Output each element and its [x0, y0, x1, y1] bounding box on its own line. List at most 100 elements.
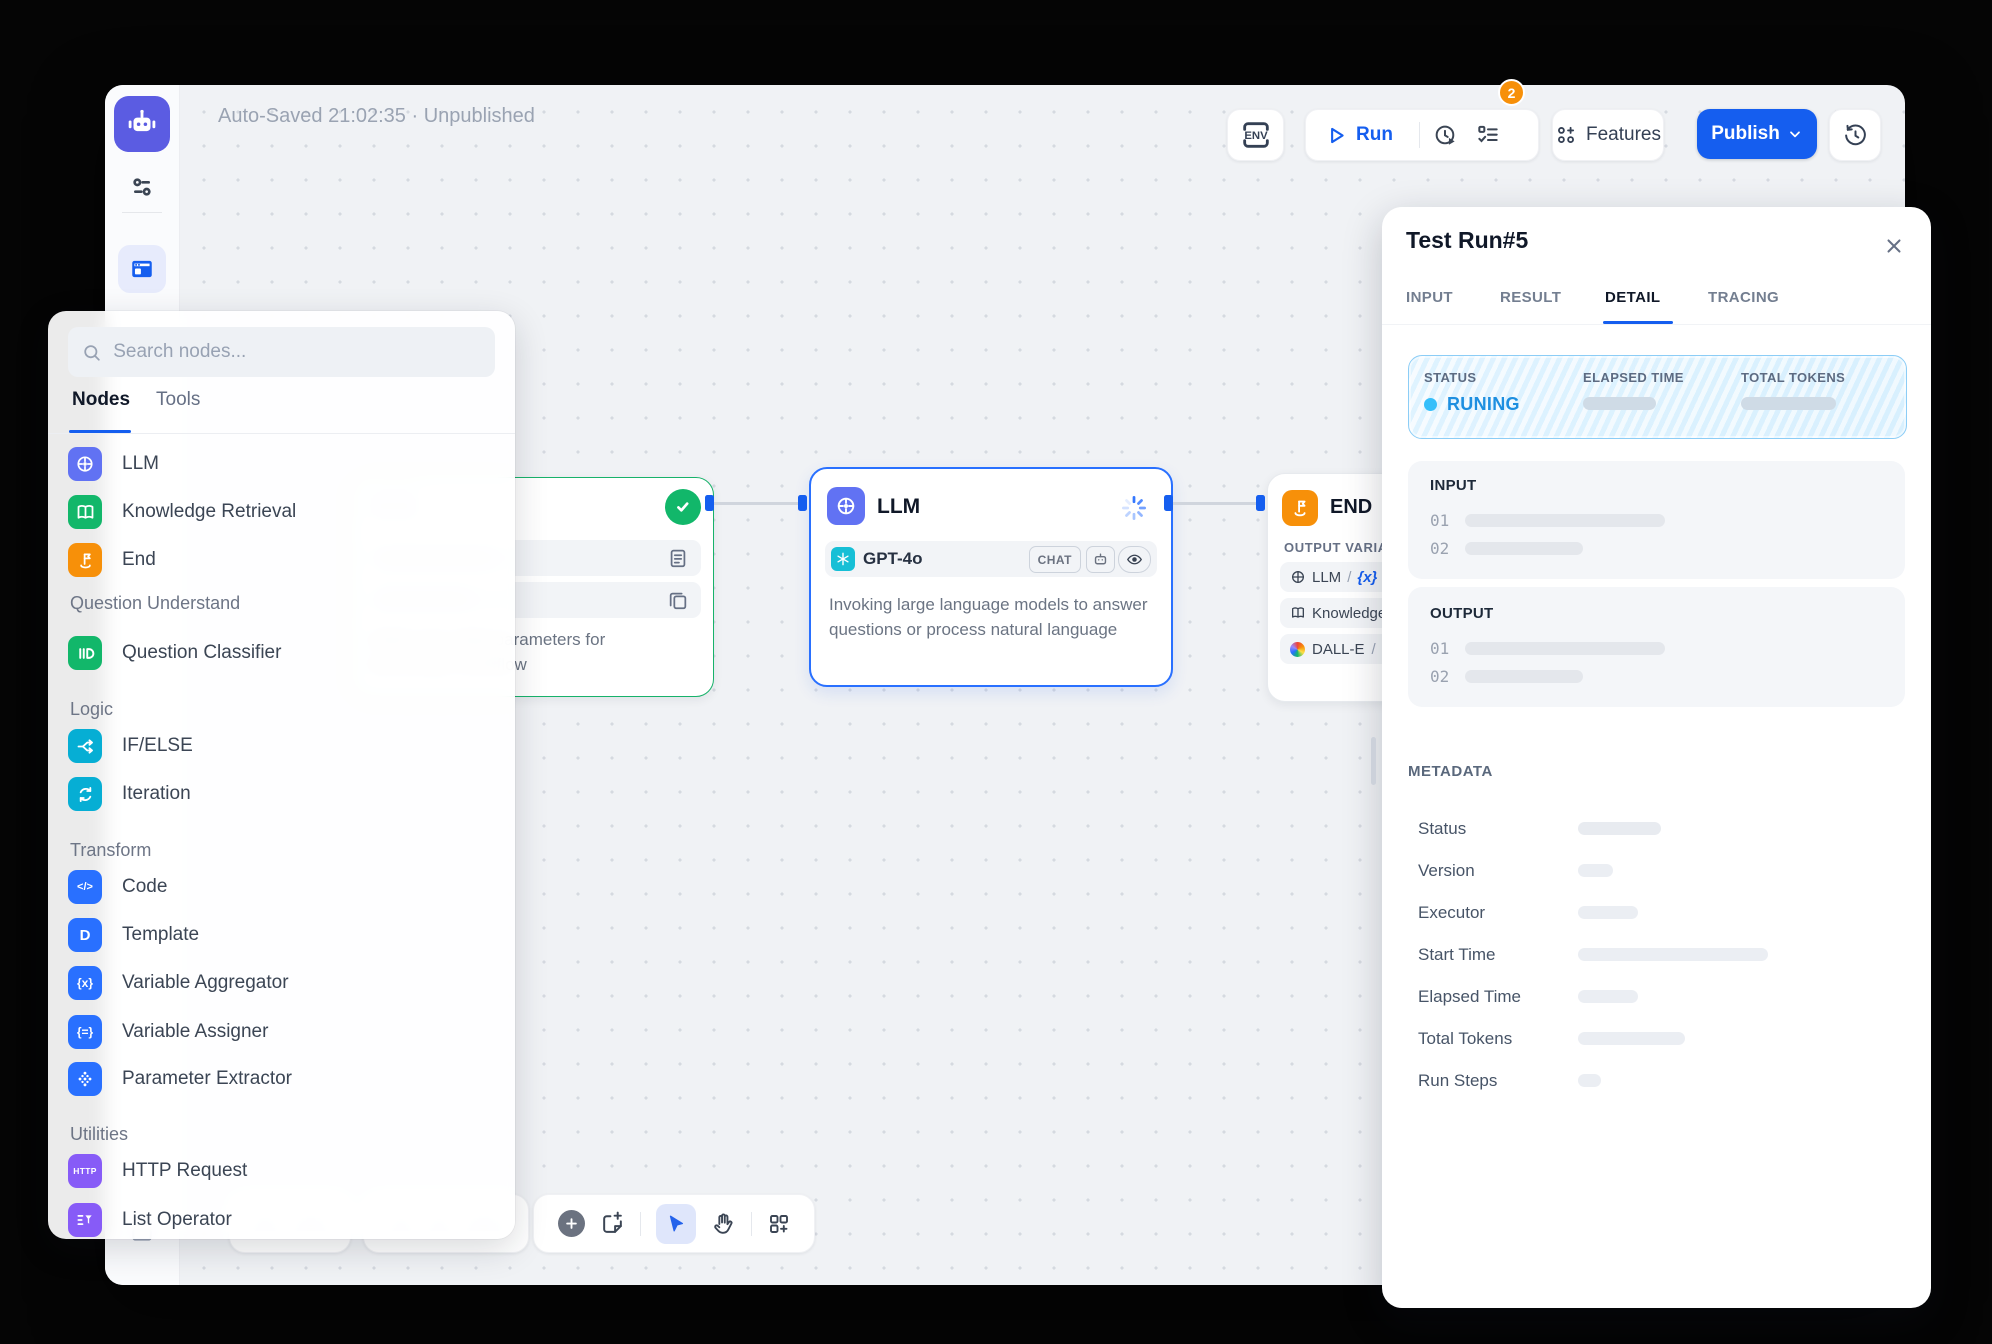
total-tokens-label: TOTAL TOKENS — [1741, 370, 1845, 385]
tab-input[interactable]: INPUT — [1406, 289, 1453, 306]
template-icon: D — [68, 918, 102, 952]
metadata-row-label: Executor — [1418, 903, 1485, 923]
line-number: 02 — [1430, 539, 1449, 558]
end-node-input-handle[interactable] — [1256, 495, 1265, 511]
input-line-skeleton — [1465, 542, 1583, 555]
input-label: INPUT — [1430, 477, 1477, 494]
vision-eye-icon — [1118, 546, 1151, 573]
node-item-code[interactable]: </> Code — [68, 867, 499, 907]
hand-icon — [711, 1211, 736, 1236]
knowledge-mini-icon — [1290, 605, 1306, 621]
tab-nodes[interactable]: Nodes — [72, 389, 130, 411]
orchestrate-tab-button[interactable] — [118, 245, 166, 293]
metadata-value-skeleton — [1578, 1074, 1601, 1087]
pointer-mode-button[interactable] — [656, 1204, 696, 1244]
panel-resize-handle[interactable] — [1371, 737, 1376, 785]
canvas-toolbar — [533, 1194, 815, 1253]
llm-icon — [68, 447, 102, 481]
running-dot — [1424, 398, 1437, 411]
extractor-icon — [68, 1062, 102, 1096]
metadata-value-skeleton — [1578, 906, 1638, 919]
node-item-question-classifier[interactable]: Question Classifier — [68, 633, 499, 673]
features-icon — [1555, 124, 1577, 146]
node-item-http-request[interactable]: HTTP HTTP Request — [68, 1151, 499, 1191]
edge-llm-to-end — [1173, 502, 1263, 505]
ifelse-icon — [68, 729, 102, 763]
section-logic: Logic — [70, 699, 113, 720]
run-button[interactable]: Run — [1306, 124, 1393, 146]
node-item-variable-assigner[interactable]: {=} Variable Assigner — [68, 1012, 499, 1052]
node-picker-panel: Nodes Tools LLM Knowledge Retrieval End … — [48, 311, 515, 1239]
version-history-button[interactable] — [1829, 109, 1881, 161]
line-number: 01 — [1430, 511, 1449, 530]
status-value: RUNING — [1424, 394, 1520, 415]
chevron-down-icon — [1787, 126, 1803, 142]
elapsed-time-label: ELAPSED TIME — [1583, 370, 1684, 385]
metadata-value-skeleton — [1578, 1032, 1685, 1045]
search-input[interactable] — [111, 326, 481, 378]
aggregator-icon: {x} — [68, 966, 102, 1000]
svg-text:ENV: ENV — [1244, 130, 1268, 142]
rail-divider — [122, 212, 162, 213]
section-transform: Transform — [70, 840, 151, 861]
document-icon — [667, 547, 689, 569]
node-item-llm[interactable]: LLM — [68, 444, 499, 484]
node-item-list-operator[interactable]: List Operator — [68, 1200, 499, 1240]
env-button[interactable]: ENV — [1227, 109, 1284, 161]
status-label: STATUS — [1424, 370, 1476, 385]
features-button[interactable]: Features — [1552, 109, 1664, 161]
plus-icon — [564, 1216, 579, 1231]
app-logo-robot-icon[interactable] — [114, 96, 170, 152]
metadata-value-skeleton — [1578, 990, 1638, 1003]
llm-node-output-handle[interactable] — [1164, 495, 1173, 511]
close-icon[interactable] — [1883, 235, 1905, 257]
llm-model-row[interactable]: GPT-4o CHAT — [825, 541, 1157, 577]
node-item-if-else[interactable]: IF/ELSE — [68, 726, 499, 766]
organize-layout-button[interactable] — [767, 1212, 791, 1236]
metadata-label: METADATA — [1408, 763, 1493, 780]
screenshot-stage: Auto-Saved 21:02:35 · Unpublished ENV Ru… — [0, 0, 1992, 1344]
llm-node-input-handle[interactable] — [798, 495, 807, 511]
node-item-variable-aggregator[interactable]: {x} Variable Aggregator — [68, 963, 499, 1003]
node-item-iteration[interactable]: Iteration — [68, 774, 499, 814]
end-node-title: END — [1330, 496, 1372, 519]
tab-result[interactable]: RESULT — [1500, 289, 1561, 306]
llm-node-description: Invoking large language models to answer… — [829, 593, 1151, 642]
run-history-timer-icon[interactable] — [1433, 123, 1458, 148]
publish-button[interactable]: Publish — [1697, 109, 1817, 159]
node-item-parameter-extractor[interactable]: Parameter Extractor — [68, 1059, 499, 1099]
total-tokens-skeleton — [1741, 397, 1836, 410]
llm-node[interactable]: LLM GPT-4o CHAT Invoking la — [809, 467, 1173, 687]
metadata-value-skeleton — [1578, 948, 1768, 961]
edge-start-to-llm — [714, 502, 804, 505]
play-icon — [1326, 125, 1347, 146]
start-node-output-handle[interactable] — [705, 495, 714, 511]
model-name: GPT-4o — [863, 549, 923, 569]
section-question-understand: Question Understand — [70, 593, 240, 614]
workflow-settings-icon[interactable] — [126, 171, 158, 203]
tab-tools[interactable]: Tools — [156, 389, 200, 411]
line-number: 01 — [1430, 639, 1449, 658]
node-item-knowledge-retrieval[interactable]: Knowledge Retrieval — [68, 492, 499, 532]
metadata-row-label: Start Time — [1418, 945, 1495, 965]
node-item-template[interactable]: D Template — [68, 915, 499, 955]
search-box[interactable] — [68, 327, 495, 377]
checklist-icon[interactable] — [1475, 122, 1501, 148]
iteration-icon — [68, 777, 102, 811]
note-add-icon — [600, 1211, 625, 1236]
add-node-button[interactable] — [558, 1210, 585, 1237]
history-icon — [1843, 123, 1868, 148]
tab-detail[interactable]: DETAIL — [1605, 289, 1660, 306]
node-item-end[interactable]: End — [68, 540, 499, 580]
tab-tracing[interactable]: TRACING — [1708, 289, 1779, 306]
copy-icon — [667, 589, 689, 611]
metadata-row-label: Status — [1418, 819, 1466, 839]
test-run-title: Test Run#5 — [1406, 227, 1528, 254]
hand-mode-button[interactable] — [711, 1211, 736, 1236]
llm-mini-icon — [1290, 569, 1306, 585]
section-utilities: Utilities — [70, 1124, 128, 1145]
metadata-row-label: Total Tokens — [1418, 1029, 1512, 1049]
add-note-button[interactable] — [600, 1211, 625, 1236]
flag-icon — [68, 543, 102, 577]
spinner-icon — [1119, 493, 1149, 523]
